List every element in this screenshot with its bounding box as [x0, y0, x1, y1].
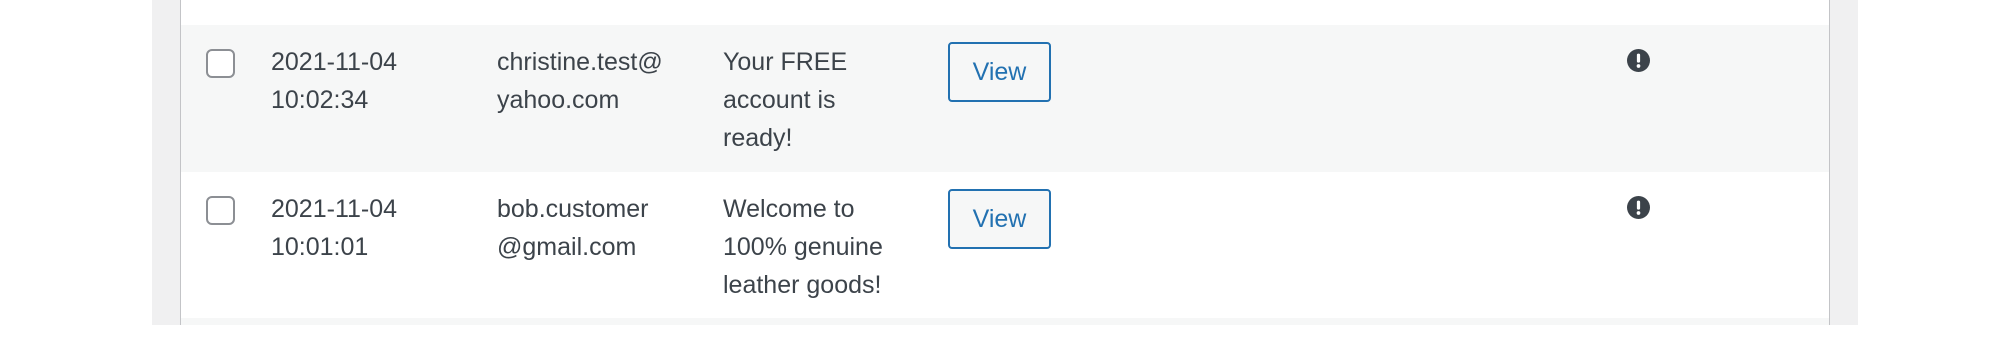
subject-line: account is	[723, 86, 836, 114]
subject-line: leather goods!	[723, 271, 882, 299]
recipient-email-line: yahoo.com	[497, 86, 620, 114]
view-button[interactable]: View	[948, 42, 1051, 102]
recipient-cell: christine.test@ yahoo.com	[497, 43, 697, 119]
row-select-checkbox[interactable]	[206, 49, 235, 78]
subject-line: Welcome to	[723, 195, 855, 223]
time-text: 10:01:01	[271, 233, 369, 261]
subject-line: ready!	[723, 124, 793, 152]
subject-cell: Your FREE account is ready!	[723, 43, 943, 157]
alert-icon	[1627, 196, 1650, 219]
recipient-cell: bob.customer @gmail.com	[497, 190, 697, 266]
date-text: 2021-11-04	[271, 195, 398, 223]
date-text: 2021-11-04	[271, 48, 398, 76]
subject-cell: Welcome to 100% genuine leather goods!	[723, 190, 943, 304]
date-cell: 2021-11-04 10:02:34	[271, 43, 471, 119]
time-text: 10:02:34	[271, 86, 369, 114]
recipient-email-line: christine.test@	[497, 48, 663, 76]
alert-icon	[1627, 49, 1650, 72]
table-row: 2021-11-04 10:01:01 bob.customer @gmail.…	[181, 172, 1829, 318]
view-button[interactable]: View	[948, 189, 1051, 249]
email-log-table: 2021-11-04 10:02:34 christine.test@ yaho…	[180, 0, 1830, 325]
subject-line: Your FREE	[723, 48, 848, 76]
table-row-partial	[181, 318, 1829, 325]
date-cell: 2021-11-04 10:01:01	[271, 190, 471, 266]
row-select-checkbox[interactable]	[206, 196, 235, 225]
recipient-email-line: @gmail.com	[497, 233, 637, 261]
table-row: 2021-11-04 10:02:34 christine.test@ yaho…	[181, 25, 1829, 172]
recipient-email-line: bob.customer	[497, 195, 649, 223]
subject-line: 100% genuine	[723, 233, 883, 261]
